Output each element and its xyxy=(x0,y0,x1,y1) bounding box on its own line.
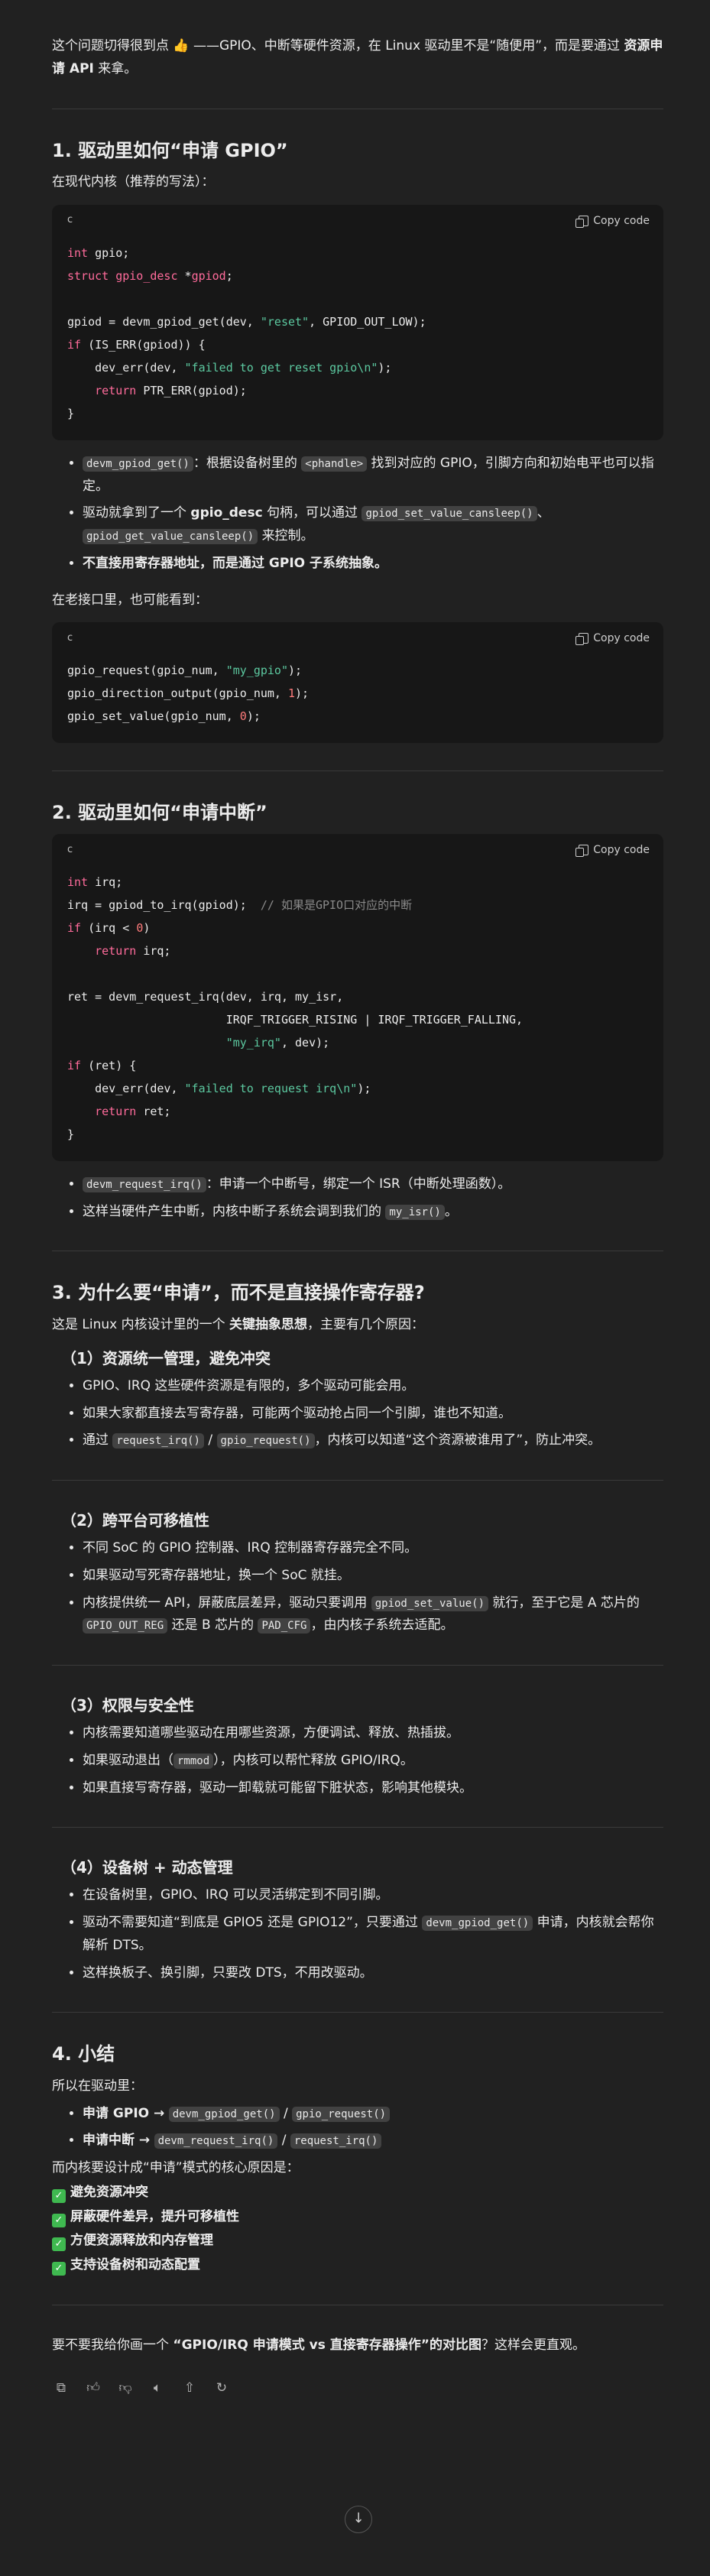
intro-paragraph: 这个问题切得很到点 👍 ——GPIO、中断等硬件资源，在 Linux 驱动里不是… xyxy=(52,38,663,76)
code-content: gpio_request(gpio_num, "my_gpio"); gpio_… xyxy=(67,663,310,724)
list-item: 内核需要知道哪些驱动在用哪些资源，方便调试、释放、热插拔。 xyxy=(83,1722,663,1745)
speaker-icon[interactable]: 🔈︎ xyxy=(150,2380,165,2396)
copy-icon xyxy=(575,215,589,228)
subsection-title: （1）资源统一管理，避免冲突 xyxy=(61,1348,271,1367)
checklist-item: ✓ 支持设备树和动态配置 xyxy=(52,2254,663,2277)
copy-code-button[interactable]: Copy code xyxy=(575,841,650,860)
thumbs-up-emoji: 👍 xyxy=(173,38,190,54)
checklist-item: ✓ 屏蔽硬件差异，提升可移植性 xyxy=(52,2206,663,2229)
check-icon: ✓ xyxy=(52,2213,66,2227)
assistant-message: 这个问题切得很到点 👍 ——GPIO、中断等硬件资源，在 Linux 驱动里不是… xyxy=(52,0,663,2533)
copy-icon[interactable]: ⧉ xyxy=(53,2380,69,2396)
share-icon[interactable]: ⇧ xyxy=(182,2380,197,2396)
section-1-subtitle: 在现代内核（推荐的写法）： xyxy=(52,174,215,190)
divider xyxy=(52,1827,663,1828)
section-1-title: 1. 驱动里如何“申请 GPIO” xyxy=(52,139,288,161)
thumbs-down-icon[interactable]: 👎︎ xyxy=(118,2380,133,2396)
divider xyxy=(52,1665,663,1666)
list-item: 如果驱动退出（rmmod），内核可以帮忙释放 GPIO/IRQ。 xyxy=(83,1750,663,1773)
check-icon: ✓ xyxy=(52,2188,66,2203)
message-actions: ⧉ 👍︎ 👎︎ 🔈︎ ⇧ ↻ xyxy=(52,2380,663,2396)
list-item: 不直接用寄存器地址，而是通过 GPIO 子系统抽象。 xyxy=(83,553,663,576)
section-2-title: 2. 驱动里如何“申请中断” xyxy=(52,802,267,824)
regenerate-icon[interactable]: ↻ xyxy=(214,2380,229,2396)
list-item: 通过 request_irq() / gpio_request()，内核可以知道… xyxy=(83,1429,663,1452)
subsection-title: （2）跨平台可移植性 xyxy=(61,1511,209,1530)
subsection-list: 内核需要知道哪些驱动在用哪些资源，方便调试、释放、热插拔。 如果驱动退出（rmm… xyxy=(52,1722,663,1799)
divider xyxy=(52,2012,663,2013)
list-item: 内核提供统一 API，屏蔽底层差异，驱动只要调用 gpiod_set_value… xyxy=(83,1592,663,1638)
checklist-item: ✓ 避免资源冲突 xyxy=(52,2182,663,2205)
copy-icon xyxy=(575,633,589,646)
subsection-list: 在设备树里，GPIO、IRQ 可以灵活绑定到不同引脚。 驱动不需要知道“到底是 … xyxy=(52,1884,663,1984)
section-1-list: devm_gpiod_get()：根据设备树里的 <phandle> 找到对应的… xyxy=(52,453,663,576)
checklist: ✓ 避免资源冲突 ✓ 屏蔽硬件差异，提升可移植性 ✓ 方便资源释放和内存管理 ✓ 支持设… xyxy=(52,2182,663,2277)
subsection-title: （4）设备树 + 动态管理 xyxy=(61,1858,233,1877)
list-item: 这样当硬件产生中断，内核中断子系统会调到我们的 my_isr()。 xyxy=(83,1201,663,1224)
list-item: devm_request_irq()：申请一个中断号，绑定一个 ISR（中断处理… xyxy=(83,1173,663,1196)
section-2-list: devm_request_irq()：申请一个中断号，绑定一个 ISR（中断处理… xyxy=(52,1173,663,1224)
list-item: 在设备树里，GPIO、IRQ 可以灵活绑定到不同引脚。 xyxy=(83,1884,663,1907)
section-3-title: 3. 为什么要“申请”，而不是直接操作寄存器? xyxy=(52,1282,425,1304)
list-item: 如果驱动写死寄存器地址，换一个 SoC 就挂。 xyxy=(83,1565,663,1588)
thumbs-up-icon[interactable]: 👍︎ xyxy=(86,2380,101,2396)
copy-code-button[interactable]: Copy code xyxy=(575,629,650,648)
code-content: int irq; irq = gpiod_to_irq(gpiod); // 如… xyxy=(67,874,524,1141)
code-block-gpiod: c Copy code int gpio; struct gpio_desc *… xyxy=(52,204,663,440)
scroll-to-bottom-button[interactable]: ↓ xyxy=(345,2506,372,2533)
summary-list: 申请 GPIO → devm_gpiod_get() / gpio_reques… xyxy=(52,2103,663,2153)
list-item: 不同 SoC 的 GPIO 控制器、IRQ 控制器寄存器完全不同。 xyxy=(83,1537,663,1560)
section-4-title: 4. 小结 xyxy=(52,2043,115,2065)
list-item: devm_gpiod_get()：根据设备树里的 <phandle> 找到对应的… xyxy=(83,453,663,498)
list-item: 如果直接写寄存器，驱动一卸载就可能留下脏状态，影响其他模块。 xyxy=(83,1777,663,1800)
outro-paragraph: 要不要我给你画一个 “GPIO/IRQ 申请模式 vs 直接寄存器操作”的对比图… xyxy=(52,2337,585,2353)
arrow-down-icon: ↓ xyxy=(352,2510,365,2526)
code-content: int gpio; struct gpio_desc *gpiod; gpiod… xyxy=(67,245,426,420)
checklist-item: ✓ 方便资源释放和内存管理 xyxy=(52,2230,663,2253)
subsection-list: GPIO、IRQ 这些硬件资源是有限的，多个驱动可能会用。 如果大家都直接去写寄… xyxy=(52,1375,663,1452)
divider xyxy=(52,1480,663,1481)
core-reason: 而内核要设计成“申请”模式的核心原因是： xyxy=(52,2160,300,2176)
copy-icon xyxy=(575,844,589,857)
code-lang-label: c xyxy=(67,214,73,226)
list-item: GPIO、IRQ 这些硬件资源是有限的，多个驱动可能会用。 xyxy=(83,1375,663,1398)
subsection-title: （3）权限与安全性 xyxy=(61,1696,194,1715)
code-lang-label: c xyxy=(67,843,73,855)
check-icon: ✓ xyxy=(52,2237,66,2252)
code-block-irq: c Copy code int irq; irq = gpiod_to_irq(… xyxy=(52,833,663,1161)
list-item: 申请中断 → devm_request_irq() / request_irq(… xyxy=(83,2130,663,2153)
subsection-list: 不同 SoC 的 GPIO 控制器、IRQ 控制器寄存器完全不同。 如果驱动写死… xyxy=(52,1537,663,1637)
list-item: 驱动就拿到了一个 gpio_desc 句柄，可以通过 gpiod_set_val… xyxy=(83,502,663,548)
list-item: 如果大家都直接去写寄存器，可能两个驱动抢占同一个引脚，谁也不知道。 xyxy=(83,1403,663,1426)
section-3-intro: 这是 Linux 内核设计里的一个 关键抽象思想，主要有几个原因： xyxy=(52,1317,425,1333)
check-icon: ✓ xyxy=(52,2262,66,2276)
list-item: 驱动不需要知道“到底是 GPIO5 还是 GPIO12”，只要通过 devm_g… xyxy=(83,1912,663,1958)
list-item: 申请 GPIO → devm_gpiod_get() / gpio_reques… xyxy=(83,2103,663,2126)
copy-code-button[interactable]: Copy code xyxy=(575,212,650,231)
old-api-note: 在老接口里，也可能看到： xyxy=(52,592,208,608)
code-lang-label: c xyxy=(67,631,73,644)
code-block-gpio-legacy: c Copy code gpio_request(gpio_num, "my_g… xyxy=(52,622,663,744)
summary-intro: 所以在驱动里： xyxy=(52,2078,143,2094)
list-item: 这样换板子、换引脚，只要改 DTS，不用改驱动。 xyxy=(83,1962,663,1985)
